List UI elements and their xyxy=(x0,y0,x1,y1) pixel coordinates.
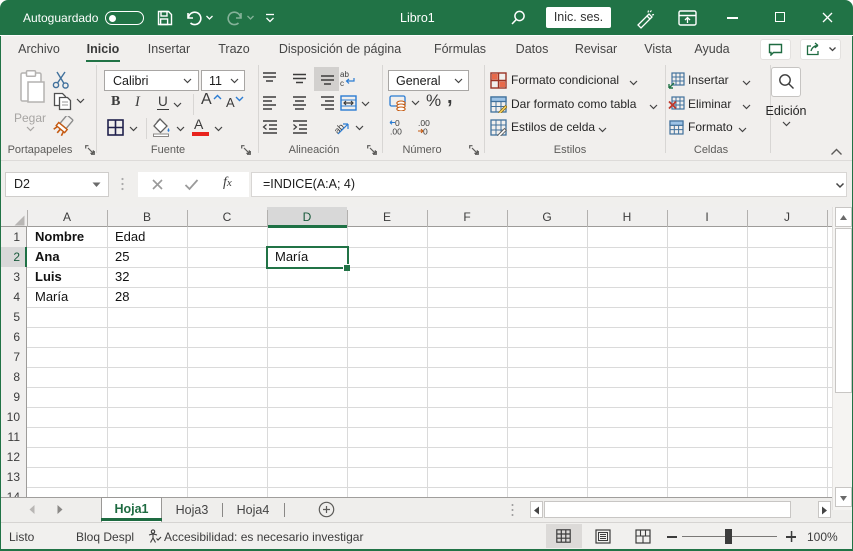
svg-text:c: c xyxy=(340,79,344,87)
svg-text:.00: .00 xyxy=(390,127,402,136)
svg-text:ab: ab xyxy=(340,70,349,79)
svg-text:0: 0 xyxy=(423,127,428,136)
